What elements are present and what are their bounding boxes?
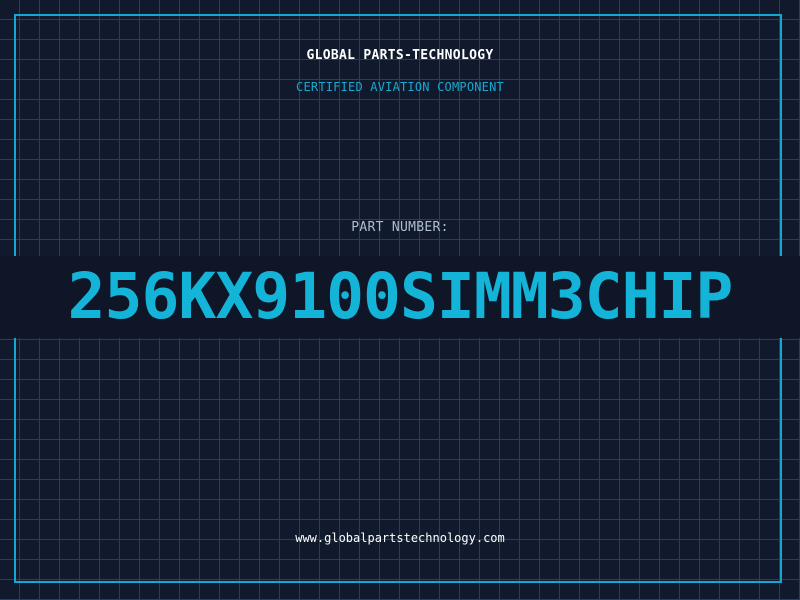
website-url: www.globalpartstechnology.com	[295, 531, 505, 545]
certificate-page: GLOBAL PARTS-TECHNOLOGY CERTIFIED AVIATI…	[0, 0, 800, 600]
part-number-label: PART NUMBER:	[351, 220, 449, 235]
company-name: GLOBAL PARTS-TECHNOLOGY	[306, 48, 494, 63]
part-number-value: 256KX9100SIMM3CHIP	[67, 260, 734, 333]
certification-subtitle: CERTIFIED AVIATION COMPONENT	[296, 80, 504, 94]
